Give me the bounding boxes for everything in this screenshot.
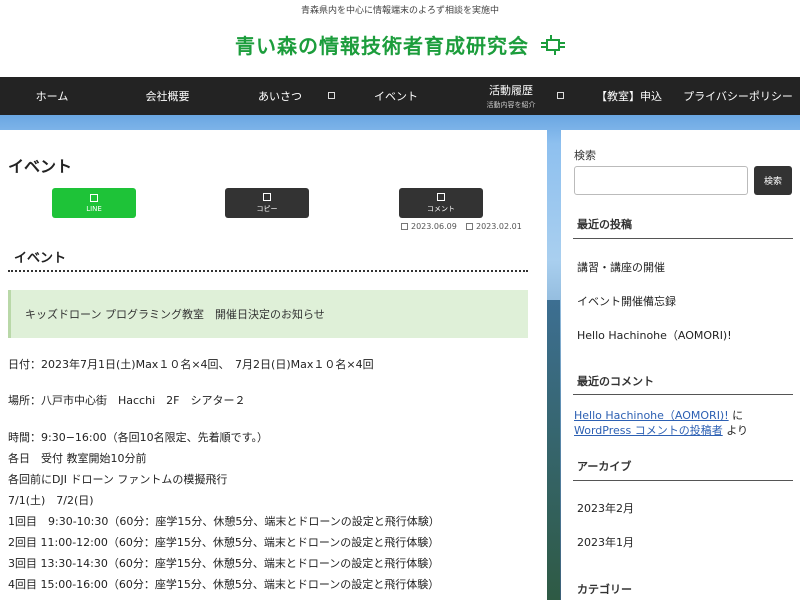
comment-by-text: より	[722, 424, 749, 437]
recent-post-link[interactable]: 講習・講座の開催	[577, 259, 665, 275]
nav-item-history[interactable]: 活動履歴 活動内容を紹介	[475, 77, 547, 115]
site-logo-title[interactable]: 青い森の情報技術者育成研究会	[0, 30, 800, 60]
published-date-text: 2023.02.01	[476, 222, 522, 231]
sidebar: 検索 検索 最近の投稿 講習・講座の開催 イベント開催備忘録 Hello Hac…	[561, 130, 800, 600]
event-time-line: 時間：9:30−16:00（各回10名限定、先着順です。）	[8, 431, 269, 444]
nav-item-company[interactable]: 会社概要	[135, 77, 200, 115]
nav-label: 【教室】申込	[596, 90, 662, 103]
search-input[interactable]	[574, 166, 748, 195]
nav-label: イベント	[374, 90, 418, 103]
event-reception-line: 各日 受付 教室開始10分前	[8, 452, 147, 465]
nav-label: ホーム	[35, 90, 69, 103]
archive-link[interactable]: 2023年1月	[577, 534, 634, 550]
share-line-label: LINE	[86, 204, 102, 213]
archives-heading: アーカイブ	[577, 460, 632, 473]
recent-posts-heading: 最近の投稿	[577, 218, 632, 231]
nav-label: プライバシーポリシー	[683, 90, 793, 103]
nav-item-event[interactable]: イベント	[365, 77, 427, 115]
site-title-text: 青い森の情報技術者育成研究会	[235, 34, 530, 58]
clock-icon	[466, 223, 473, 230]
main-navigation: ホーム 会社概要 あいさつ イベント 活動履歴 活動内容を紹介 【教室】申込 プ…	[0, 77, 800, 115]
session-2-line: 2回目 11:00-12:00（60分：座学15分、休憩5分、端末とドローンの設…	[8, 536, 440, 549]
published-date: 2023.02.01	[466, 222, 522, 231]
notice-box: キッズドローン プログラミング教室 開催日決定のお知らせ	[8, 290, 528, 338]
event-date-line: 日付：2023年7月1日(土)Max１０名×4回、 7月2日(日)Max１０名×…	[8, 358, 374, 371]
widget-divider	[573, 394, 793, 395]
session-3-line: 3回目 13:30-14:30（60分：座学15分、休憩5分、端末とドローンの設…	[8, 557, 440, 570]
copy-link-button[interactable]: コピー	[225, 188, 309, 218]
nav-item-home[interactable]: ホーム	[22, 77, 82, 115]
circuit-logo-icon	[540, 35, 565, 60]
page-title: イベント	[8, 157, 73, 176]
nav-item-class-apply[interactable]: 【教室】申込	[590, 77, 668, 115]
main-content: イベント LINE コピー コメント 2023.06.09 2023.02.01…	[0, 130, 547, 600]
submenu-indicator-icon	[557, 92, 564, 99]
section-heading: イベント	[14, 251, 67, 266]
updated-date-text: 2023.06.09	[411, 222, 457, 231]
recent-post-link[interactable]: イベント開催備忘録	[577, 293, 676, 309]
submenu-indicator-icon	[328, 92, 335, 99]
updated-date: 2023.06.09	[401, 222, 457, 231]
categories-heading: カテゴリー	[577, 583, 632, 596]
event-days-line: 7/1(土) 7/2(日)	[8, 494, 94, 507]
event-place-line: 場所：八戸市中心街 Hacchi 2F シアター２	[8, 394, 246, 407]
nav-item-privacy[interactable]: プライバシーポリシー	[682, 77, 794, 115]
nav-label: 会社概要	[145, 90, 190, 103]
comment-author-link[interactable]: WordPress コメントの投稿者	[574, 424, 723, 437]
recent-post-link[interactable]: Hello Hachinohe（AOMORI)!	[577, 327, 732, 343]
comment-label: コメント	[427, 204, 455, 213]
comment-on-text: に	[728, 409, 744, 422]
search-button[interactable]: 検索	[754, 166, 792, 195]
section-divider	[8, 270, 528, 272]
copy-label: コピー	[256, 204, 278, 213]
recent-comment: Hello Hachinohe（AOMORI)! に WordPress コメン…	[574, 408, 794, 438]
event-demo-line: 各回前にDJI ドローン ファントムの模擬飛行	[8, 473, 228, 486]
widget-divider	[573, 238, 793, 239]
nav-item-greeting[interactable]: あいさつ	[250, 77, 310, 115]
session-4-line: 4回目 15:00-16:00（60分：座学15分、休憩5分、端末とドローンの設…	[8, 578, 440, 591]
archive-link[interactable]: 2023年2月	[577, 500, 634, 516]
session-1-line: 1回目 9:30-10:30（60分：座学15分、休憩5分、端末とドローンの設定…	[8, 515, 440, 528]
comment-post-link[interactable]: Hello Hachinohe（AOMORI)!	[574, 409, 729, 422]
line-icon	[90, 193, 98, 202]
comment-button[interactable]: コメント	[399, 188, 483, 218]
search-label: 検索	[574, 149, 596, 162]
widget-divider	[573, 480, 793, 481]
nav-label: 活動履歴	[489, 84, 533, 97]
notice-text: キッズドローン プログラミング教室 開催日決定のお知らせ	[25, 308, 325, 321]
share-line-button[interactable]: LINE	[52, 188, 136, 218]
site-tagline: 青森県内を中心に情報端末のよろず相談を実施中	[300, 6, 499, 16]
refresh-icon	[401, 223, 408, 230]
background-sea	[545, 300, 560, 600]
nav-label: あいさつ	[258, 90, 302, 103]
recent-comments-heading: 最近のコメント	[577, 375, 654, 388]
copy-icon	[263, 192, 271, 201]
nav-sublabel: 活動内容を紹介	[486, 101, 536, 109]
comment-icon	[437, 192, 445, 201]
